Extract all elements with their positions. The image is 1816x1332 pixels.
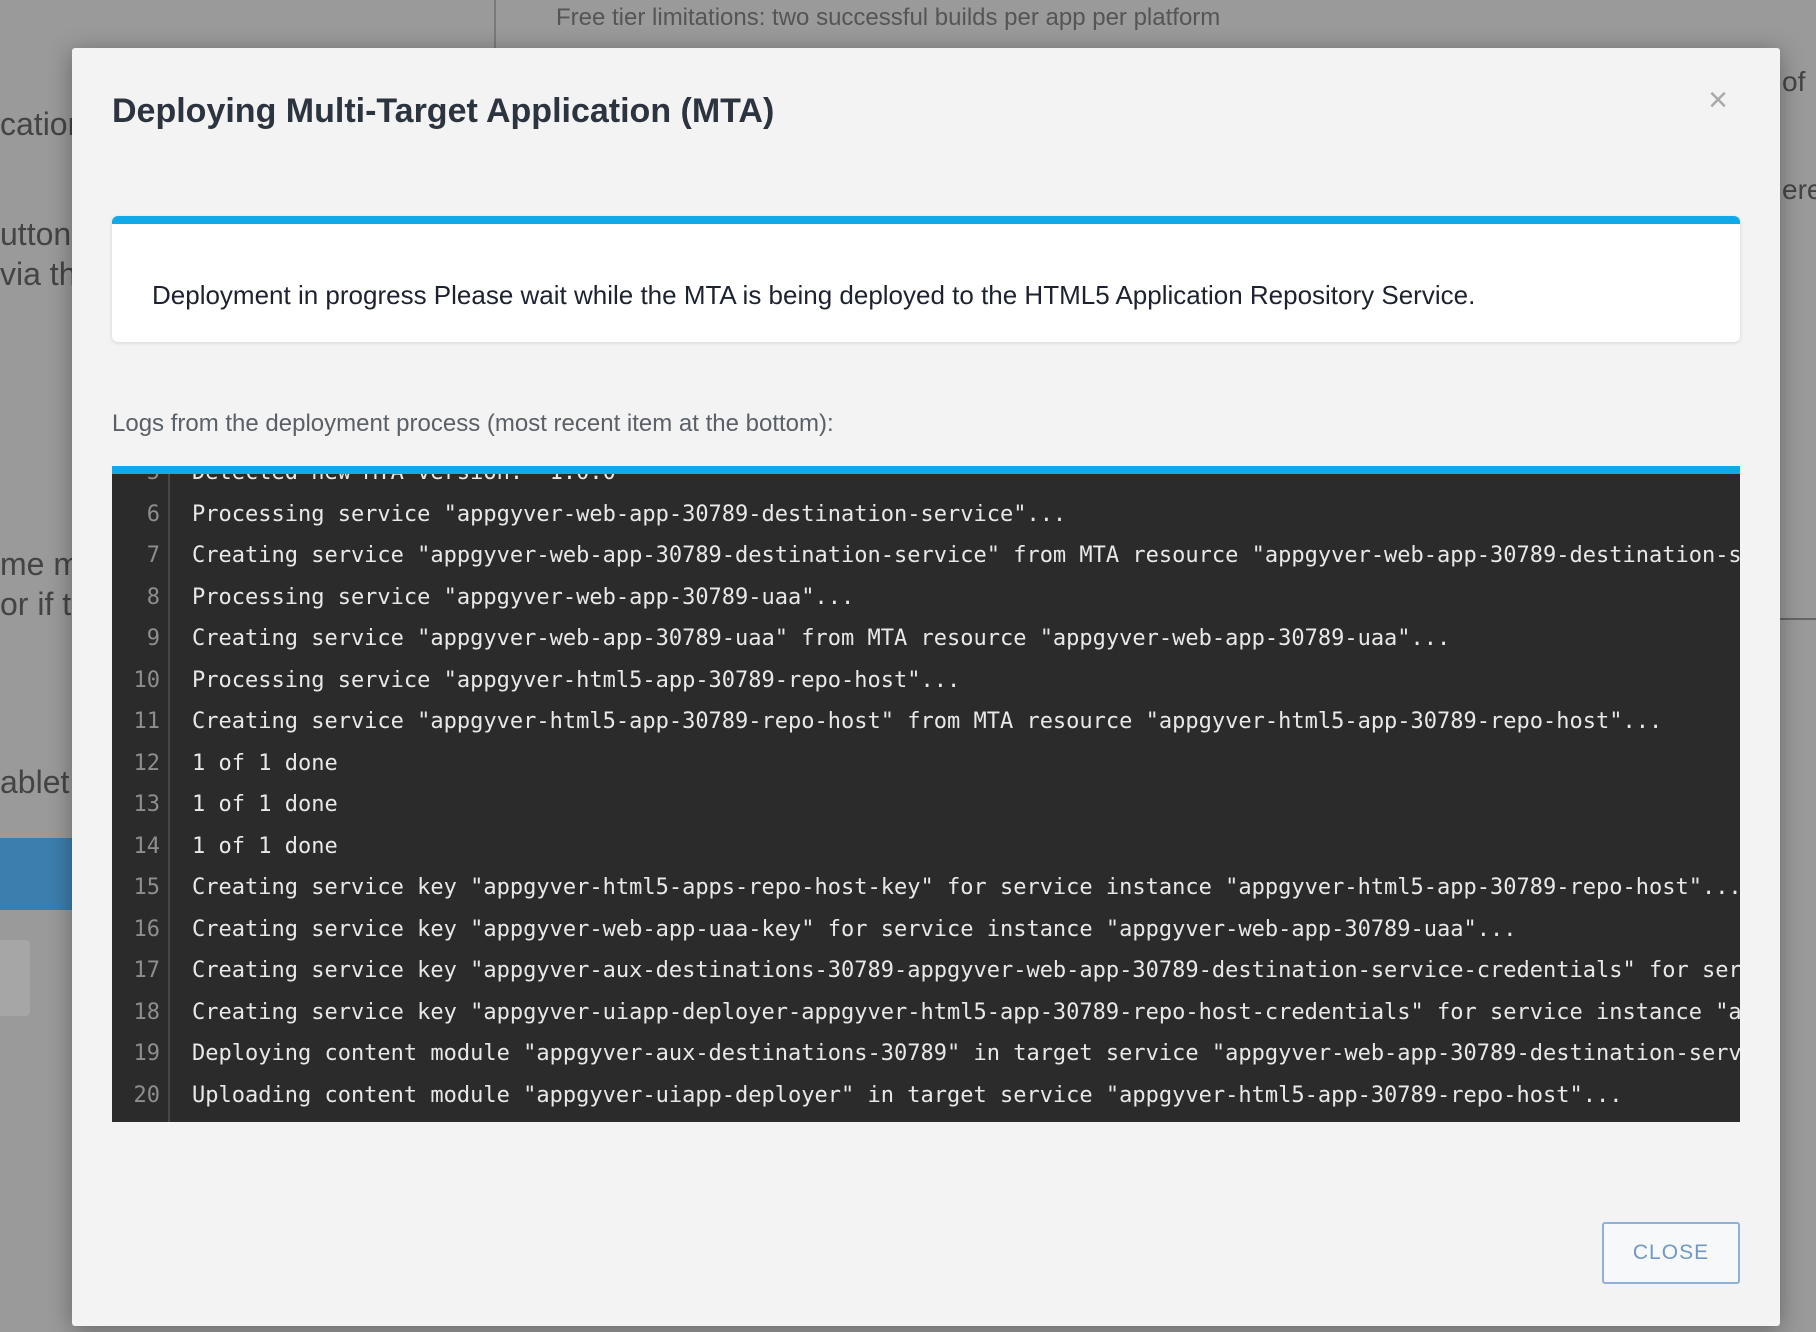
log-line: 19 Deploying content module "appgyver-aux… (112, 1033, 1741, 1075)
log-line-number: 17 (133, 958, 161, 984)
log-line-text: Processing service "appgyver-web-app-307… (192, 584, 855, 610)
log-line-number: 20 (133, 1082, 161, 1108)
log-line-text: Creating service "appgyver-web-app-30789… (192, 543, 1740, 569)
deploy-mta-modal: Deploying Multi-Target Application (MTA)… (72, 48, 1780, 1326)
log-line-text: Creating service key "appgyver-web-app-u… (192, 916, 1517, 942)
deployment-status-text: Deployment in progress Please wait while… (152, 280, 1476, 310)
log-line-text: Creating service key "appgyver-uiapp-dep… (192, 999, 1740, 1025)
background-left-fragment: utton (0, 216, 72, 252)
log-line-number: 6 (146, 501, 160, 527)
deployment-status-notice: Deployment in progress Please wait while… (112, 216, 1740, 342)
log-line-text: Detected new MTA version: "1.0.0" (192, 466, 630, 486)
log-line: 16 Creating service key "appgyver-web-app… (112, 909, 1740, 951)
log-line-text: 1 of 1 done (192, 750, 338, 776)
log-line-number: 11 (133, 709, 161, 735)
background-top-note: Free tier limitations: two successful bu… (556, 4, 1221, 31)
log-line: 10 Processing service "appgyver-html5-app… (112, 660, 1740, 702)
logs-label: Logs from the deployment process (most r… (112, 410, 834, 437)
log-line-number: 7 (146, 543, 160, 569)
log-line: 11 Creating service "appgyver-html5-app-3… (112, 701, 1740, 743)
log-line-number: 13 (133, 792, 161, 818)
log-line: 8 Processing service "appgyver-web-app-30… (112, 577, 1740, 619)
log-line: 6 Processing service "appgyver-web-app-30… (112, 494, 1740, 536)
log-line-text: 1 of 1 done (192, 792, 338, 818)
log-line: 17 Creating service key "appgyver-aux-des… (112, 950, 1741, 992)
log-lines: 5 Detected new MTA version: "1.0.0" 6 Proce… (112, 466, 1741, 1117)
log-line-text: Processing service "appgyver-web-app-307… (192, 501, 1067, 527)
background-left-fragment: via th (0, 256, 77, 292)
background-left-fragment: me m (0, 546, 80, 582)
log-line: 13 1 of 1 done (112, 784, 1740, 826)
log-line-number: 16 (133, 916, 161, 942)
log-line-text: Creating service key "appgyver-aux-desti… (192, 958, 1740, 984)
log-line: 18 Creating service key "appgyver-uiapp-d… (112, 992, 1741, 1034)
log-line: 15 Creating service key "appgyver-html5-a… (112, 867, 1741, 909)
log-line-number: 9 (146, 626, 160, 652)
log-line-text: Creating service key "appgyver-html5-app… (192, 875, 1740, 901)
log-line-text: Processing service "appgyver-html5-app-3… (192, 667, 961, 693)
log-line-number: 19 (133, 1041, 161, 1067)
background-left-fragment: ablet (0, 764, 70, 800)
log-line-number: 12 (133, 750, 161, 776)
log-line-number: 8 (146, 584, 160, 610)
background-divider (1780, 618, 1816, 620)
log-line-number: 15 (133, 875, 161, 901)
log-line-text: Creating service "appgyver-html5-app-307… (192, 709, 1663, 735)
background-divider (494, 0, 496, 48)
log-line: 9 Creating service "appgyver-web-app-3078… (112, 618, 1740, 660)
modal-title: Deploying Multi-Target Application (MTA) (112, 92, 775, 130)
log-line: 5 Detected new MTA version: "1.0.0" (112, 466, 1740, 494)
close-icon[interactable]: × (1704, 83, 1732, 117)
background-right-fragment: of (1782, 66, 1806, 97)
log-line-number: 14 (133, 833, 161, 859)
deployment-log-viewer[interactable]: 5 Detected new MTA version: "1.0.0" 6 Proce… (112, 466, 1740, 1122)
log-line: 20 Uploading content module "appgyver-uia… (112, 1075, 1740, 1117)
log-line-number: 18 (133, 999, 161, 1025)
log-line: 12 1 of 1 done (112, 743, 1740, 785)
log-line-text: Uploading content module "appgyver-uiapp… (192, 1082, 1623, 1108)
log-line: 7 Creating service "appgyver-web-app-3078… (112, 535, 1740, 577)
log-line: 14 1 of 1 done (112, 826, 1740, 868)
log-line-text: Creating service "appgyver-web-app-30789… (192, 626, 1451, 652)
close-button[interactable]: CLOSE (1602, 1222, 1740, 1284)
log-line-text: Deploying content module "appgyver-aux-d… (192, 1041, 1740, 1067)
log-line-text: 1 of 1 done (192, 833, 338, 859)
log-line-number: 5 (146, 466, 160, 486)
background-right-fragment: ere (1782, 174, 1816, 205)
background-left-fragment: or if t (0, 586, 72, 622)
background-secondary-button (0, 940, 30, 1016)
log-line-number: 10 (133, 667, 161, 693)
